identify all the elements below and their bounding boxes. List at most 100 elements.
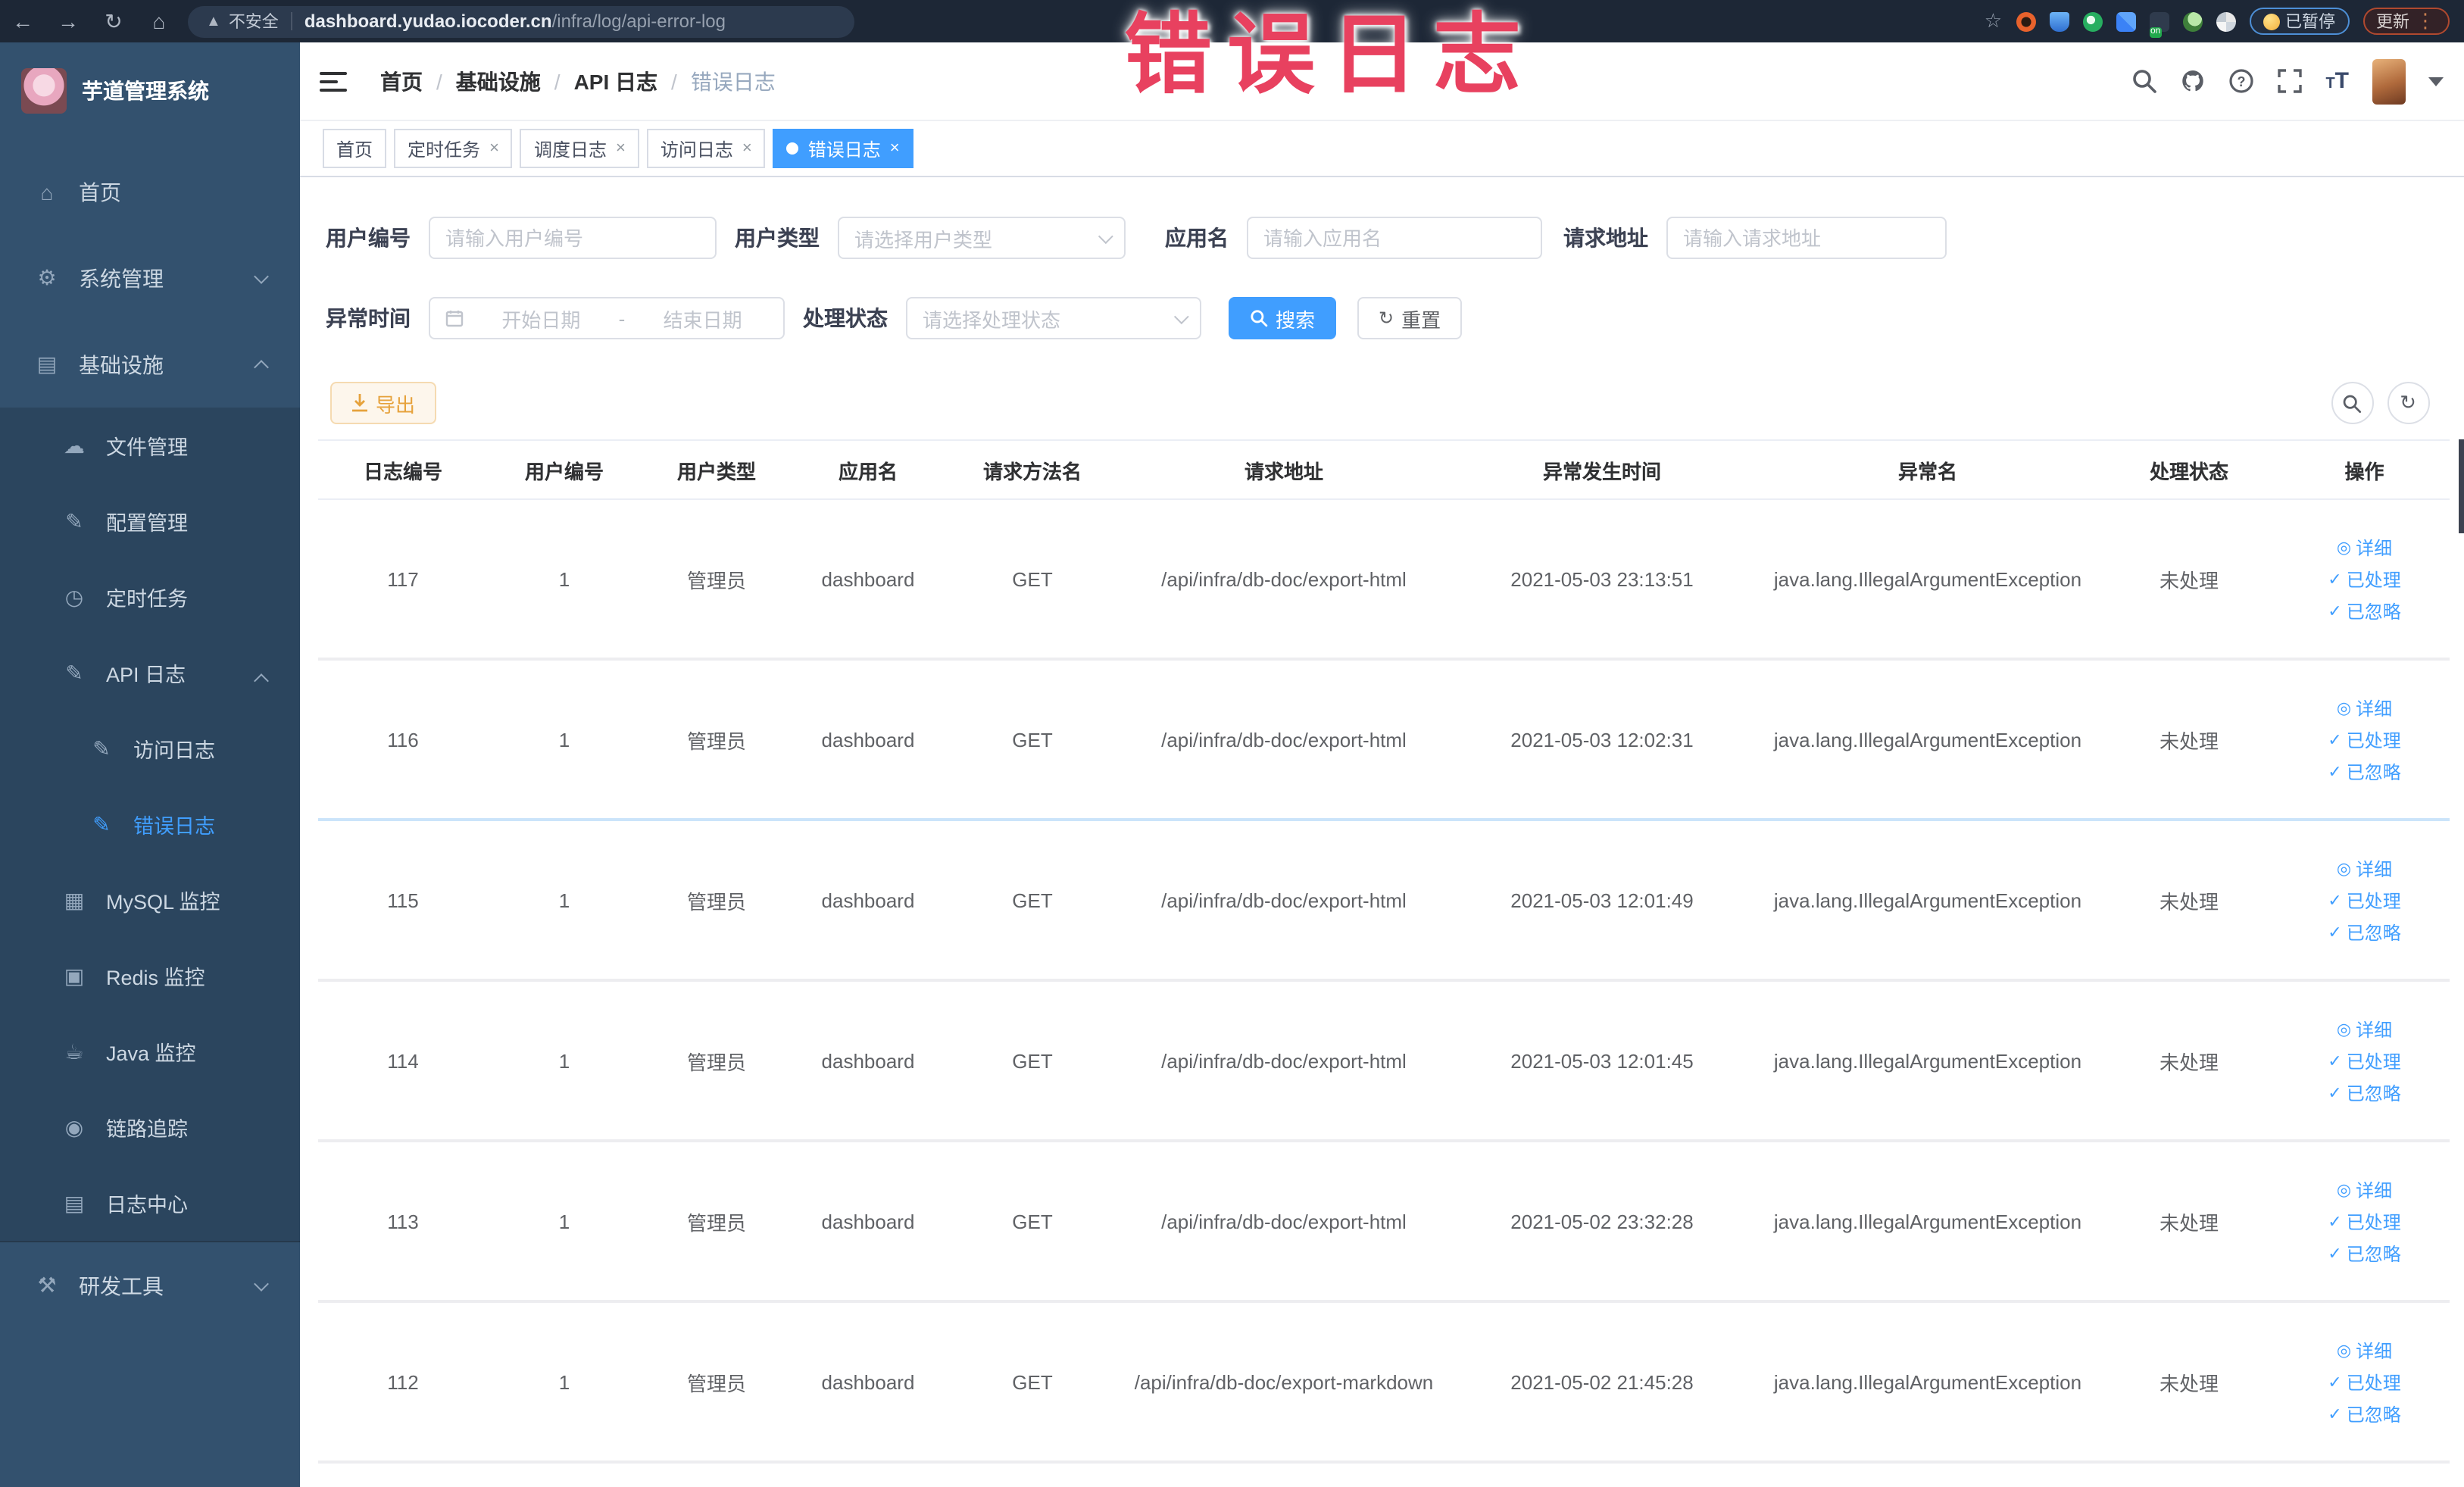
sidebar-item-log-center[interactable]: ▤ 日志中心 bbox=[0, 1165, 300, 1241]
filter-row-1: 用户编号 用户类型 请选择用户类型 应用名 请求地址 bbox=[326, 217, 1947, 259]
forward-icon[interactable]: → bbox=[45, 9, 91, 33]
toggle-search-button[interactable] bbox=[2331, 382, 2373, 424]
help-icon[interactable]: ? bbox=[2228, 68, 2254, 94]
refresh-button[interactable]: ↻ bbox=[2387, 382, 2429, 424]
cell-actions: ◎ 详细 ✓ 已处理 ✓ 已忽略 bbox=[2280, 855, 2449, 945]
cell-time: 2021-05-03 12:02:31 bbox=[1510, 728, 1694, 751]
extension-icon[interactable] bbox=[2116, 11, 2135, 31]
detail-link[interactable]: ◎ 详细 bbox=[2337, 1016, 2392, 1042]
check-icon: ✓ bbox=[2328, 1213, 2342, 1231]
close-icon[interactable]: × bbox=[489, 139, 499, 158]
sidebar-item-api-log[interactable]: ✎ API 日志 bbox=[0, 635, 300, 711]
sidebar-item-infrastructure[interactable]: ▤ 基础设施 bbox=[0, 321, 300, 408]
collapse-sidebar-icon[interactable] bbox=[320, 69, 347, 93]
cell-user-id: 1 bbox=[558, 1370, 570, 1393]
mark-ignored-link[interactable]: ✓ 已忽略 bbox=[2328, 1401, 2400, 1426]
scrollbar-thumb[interactable] bbox=[2459, 439, 2464, 533]
mark-ignored-link[interactable]: ✓ 已忽略 bbox=[2328, 758, 2400, 784]
sidebar-item-file-management[interactable]: ☁ 文件管理 bbox=[0, 408, 300, 483]
table-row: 112 1 管理员 dashboard GET /api/infra/db-do… bbox=[318, 1303, 2449, 1464]
tab-schedule-log[interactable]: 调度日志 × bbox=[520, 129, 639, 168]
chevron-up-icon bbox=[254, 360, 269, 375]
mark-ignored-link[interactable]: ✓ 已忽略 bbox=[2328, 1079, 2400, 1105]
mark-ignored-link[interactable]: ✓ 已忽略 bbox=[2328, 919, 2400, 945]
extension-icon[interactable] bbox=[2182, 11, 2202, 31]
address-bar[interactable]: ▲ 不安全 dashboard.yudao.iocoder.cn /infra/… bbox=[188, 5, 854, 37]
mark-processed-link[interactable]: ✓ 已处理 bbox=[2328, 1048, 2400, 1073]
mark-ignored-link[interactable]: ✓ 已忽略 bbox=[2328, 598, 2400, 623]
sidebar-item-scheduled-tasks[interactable]: ◷ 定时任务 bbox=[0, 559, 300, 635]
tab-scheduled-tasks[interactable]: 定时任务 × bbox=[394, 129, 513, 168]
back-icon[interactable]: ← bbox=[0, 9, 45, 33]
breadcrumb-api-log[interactable]: API 日志 bbox=[574, 66, 657, 96]
detail-link[interactable]: ◎ 详细 bbox=[2337, 1176, 2392, 1202]
mark-processed-link[interactable]: ✓ 已处理 bbox=[2328, 887, 2400, 913]
user-id-input[interactable] bbox=[429, 217, 717, 259]
coffee-icon: ☕ bbox=[64, 1039, 84, 1063]
detail-link[interactable]: ◎ 详细 bbox=[2337, 534, 2392, 560]
github-icon[interactable] bbox=[2180, 68, 2206, 94]
extension-icon[interactable] bbox=[2082, 11, 2102, 31]
user-type-select[interactable]: 请选择用户类型 bbox=[838, 217, 1126, 259]
breadcrumb-home[interactable]: 首页 bbox=[380, 66, 423, 96]
cell-exception: java.lang.IllegalArgumentException bbox=[1773, 567, 2082, 590]
sidebar-item-trace[interactable]: ◉ 链路追踪 bbox=[0, 1089, 300, 1165]
mark-processed-link[interactable]: ✓ 已处理 bbox=[2328, 566, 2400, 592]
font-size-icon[interactable]: TT bbox=[2325, 68, 2349, 94]
extension-icon[interactable] bbox=[2216, 11, 2235, 31]
mark-ignored-link[interactable]: ✓ 已忽略 bbox=[2328, 1240, 2400, 1266]
security-label[interactable]: 不安全 bbox=[229, 9, 279, 33]
profile-paused-badge[interactable]: 已暂停 bbox=[2249, 8, 2349, 35]
bookmark-star-icon[interactable]: ☆ bbox=[1985, 9, 2002, 33]
detail-link[interactable]: ◎ 详细 bbox=[2337, 1337, 2392, 1363]
avatar-dropdown-caret[interactable] bbox=[2428, 77, 2443, 86]
export-button[interactable]: 导出 bbox=[330, 382, 437, 424]
browser-menu-icon[interactable]: ⋮ bbox=[2416, 9, 2435, 33]
extension-icon[interactable]: on bbox=[2149, 11, 2169, 37]
search-icon bbox=[1251, 310, 1268, 327]
extension-icon[interactable] bbox=[2016, 11, 2035, 31]
close-icon[interactable]: × bbox=[890, 139, 900, 158]
close-icon[interactable]: × bbox=[616, 139, 626, 158]
mark-processed-link[interactable]: ✓ 已处理 bbox=[2328, 1369, 2400, 1395]
app-logo[interactable]: 芋道管理系统 bbox=[0, 42, 300, 121]
exception-time-range-picker[interactable]: 开始日期 - 结束日期 bbox=[429, 297, 785, 339]
update-button[interactable]: 更新 ⋮ bbox=[2363, 8, 2449, 35]
cell-user-type: 管理员 bbox=[686, 569, 746, 592]
home-icon[interactable]: ⌂ bbox=[136, 9, 182, 33]
search-button[interactable]: 搜索 bbox=[1229, 297, 1337, 339]
detail-link[interactable]: ◎ 详细 bbox=[2337, 855, 2392, 881]
mark-processed-link[interactable]: ✓ 已处理 bbox=[2328, 726, 2400, 752]
reload-icon[interactable]: ↻ bbox=[91, 8, 136, 34]
sidebar-item-dev-tools[interactable]: ⚒ 研发工具 bbox=[0, 1242, 300, 1329]
process-status-select[interactable]: 请选择处理状态 bbox=[906, 297, 1201, 339]
detail-link[interactable]: ◎ 详细 bbox=[2337, 695, 2392, 720]
breadcrumb-infrastructure[interactable]: 基础设施 bbox=[456, 66, 541, 96]
tab-error-log[interactable]: 错误日志 × bbox=[773, 129, 913, 168]
tab-access-log[interactable]: 访问日志 × bbox=[646, 129, 766, 168]
sidebar-item-redis-monitor[interactable]: ▣ Redis 监控 bbox=[0, 938, 300, 1014]
mark-processed-link[interactable]: ✓ 已处理 bbox=[2328, 1208, 2400, 1234]
sidebar-item-error-log[interactable]: ✎ 错误日志 bbox=[0, 786, 300, 862]
sidebar-item-config-management[interactable]: ✎ 配置管理 bbox=[0, 483, 300, 559]
close-icon[interactable]: × bbox=[742, 139, 752, 158]
app-name-input[interactable] bbox=[1247, 217, 1542, 259]
request-url-input[interactable] bbox=[1666, 217, 1947, 259]
sidebar-item-home[interactable]: ⌂ 首页 bbox=[0, 148, 300, 235]
extension-icon[interactable] bbox=[2049, 11, 2069, 31]
fullscreen-icon[interactable] bbox=[2277, 68, 2303, 94]
tab-home[interactable]: 首页 bbox=[323, 129, 387, 168]
sidebar-item-system-management[interactable]: ⚙ 系统管理 bbox=[0, 235, 300, 321]
chevron-down-icon bbox=[1173, 308, 1189, 324]
sidebar-item-java-monitor[interactable]: ☕ Java 监控 bbox=[0, 1014, 300, 1089]
sidebar-item-access-log[interactable]: ✎ 访问日志 bbox=[0, 711, 300, 786]
sidebar-item-mysql-monitor[interactable]: ▦ MySQL 监控 bbox=[0, 862, 300, 938]
search-icon[interactable] bbox=[2131, 68, 2157, 94]
url-host: dashboard.yudao.iocoder.cn bbox=[304, 11, 552, 32]
reset-button[interactable]: ↻ 重置 bbox=[1357, 297, 1463, 339]
user-avatar[interactable] bbox=[2372, 58, 2405, 104]
cell-user-type: 管理员 bbox=[686, 1211, 746, 1234]
cell-status: 未处理 bbox=[2159, 569, 2219, 592]
cell-log-id: 115 bbox=[387, 889, 419, 911]
view-icon: ◎ bbox=[2336, 539, 2352, 557]
